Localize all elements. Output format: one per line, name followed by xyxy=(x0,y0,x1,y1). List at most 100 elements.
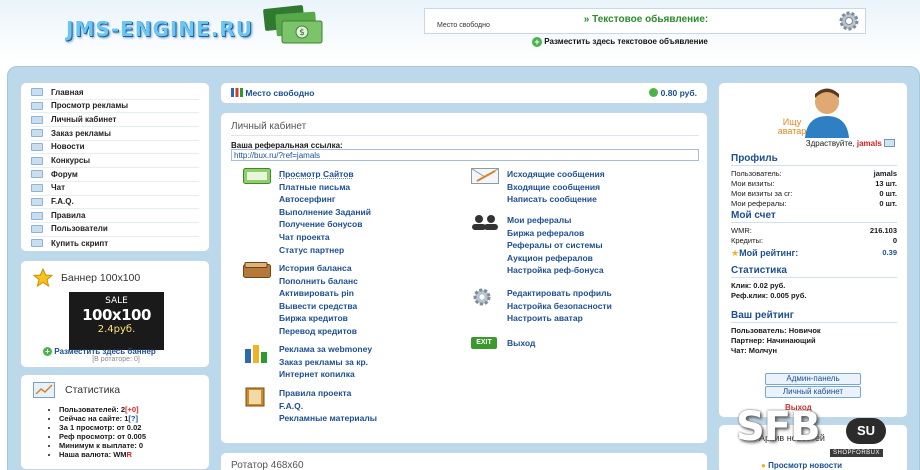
svg-text:$: $ xyxy=(299,28,305,38)
link-credit-exchange[interactable]: Биржа кредитов xyxy=(279,312,358,325)
folder-icon xyxy=(31,170,43,179)
link-incoming-messages[interactable]: Входящие сообщения xyxy=(507,181,605,194)
folder-icon xyxy=(31,88,43,97)
link-activate-pin[interactable]: Активировать pin xyxy=(279,287,358,300)
menu-item-label: Новости xyxy=(51,142,85,152)
profile-panel: Ищу аватар Здраствуйте, jamals Профиль П… xyxy=(718,82,908,418)
link-balance-history[interactable]: История баланса xyxy=(279,262,358,275)
site-logo[interactable]: JMS-ENGINE.RU xyxy=(66,17,253,41)
mail-icon[interactable] xyxy=(884,139,895,147)
cabinet-panel: Личный кабинет Ваша реферальная ссылка: … xyxy=(220,112,708,444)
link-system-referrals[interactable]: Рефералы от системы xyxy=(507,239,604,252)
link-edit-profile[interactable]: Редактировать профиль xyxy=(507,287,612,300)
add-circle-icon: + xyxy=(43,347,52,356)
stats-min-payout: Минимум к выплате: 0 xyxy=(59,441,146,450)
link-faq[interactable]: F.A.Q. xyxy=(279,400,377,413)
menu-item-buy-script[interactable]: Купить скрипт xyxy=(31,237,199,251)
link-outgoing-messages[interactable]: Исходящие сообщения xyxy=(507,168,605,181)
menu-item-label: Купить скрипт xyxy=(51,238,109,248)
add-circle-icon: + xyxy=(532,37,542,47)
link-project-chat[interactable]: Чат проекта xyxy=(279,231,371,244)
add-circle-icon xyxy=(649,88,659,97)
profile-user-row: Пользователь: jamals xyxy=(731,169,897,178)
referral-link-field[interactable] xyxy=(231,149,699,161)
link-security-settings[interactable]: Настройка безопасности xyxy=(507,300,612,313)
link-referral-exchange[interactable]: Биржа рефералов xyxy=(507,227,604,240)
menu-item-label: Заказ рекламы xyxy=(51,128,111,138)
folder-icon xyxy=(31,115,43,124)
watermark-sub: SHOPFORBUX xyxy=(830,449,884,457)
menu-item-users[interactable]: Пользователи xyxy=(31,223,199,237)
folder-icon xyxy=(31,129,43,138)
link-avatar-settings[interactable]: Настроить аватар xyxy=(507,312,612,325)
free-place-link[interactable]: Место свободно xyxy=(231,88,315,98)
account-rating-row: ★Мой рейтинг: 0.39 xyxy=(731,248,897,258)
link-tasks[interactable]: Выполнение Заданий xyxy=(279,206,371,219)
link-paid-letters[interactable]: Платные письма xyxy=(279,181,371,194)
link-view-sites[interactable]: Просмотр Сайтов xyxy=(279,168,371,181)
link-partner-status[interactable]: Статус партнер xyxy=(279,244,371,257)
rotator-panel: Ротатор 468x60 xyxy=(220,452,708,470)
menu-item-cabinet[interactable]: Личный кабинет xyxy=(31,113,199,128)
admin-panel-button[interactable]: Админ-панель xyxy=(765,373,861,385)
bar-chart-icon xyxy=(245,345,267,363)
menu-item-news[interactable]: Новости xyxy=(31,141,199,155)
gear-icon[interactable] xyxy=(837,9,861,33)
divider xyxy=(731,277,897,278)
profile-refs-row: Мои рефералы: 0 шт. xyxy=(731,199,897,208)
star-icon xyxy=(33,268,53,288)
link-credit-ads[interactable]: Заказ рекламы за кр. xyxy=(279,356,372,369)
menu-item-forum[interactable]: Форум xyxy=(31,168,199,182)
rating-label: ★Мой рейтинг: xyxy=(731,248,799,258)
link-withdraw[interactable]: Вывести средства xyxy=(279,300,358,313)
menu-item-view-ads[interactable]: Просмотр рекламы xyxy=(31,100,199,114)
link-project-rules[interactable]: Правила проекта xyxy=(279,387,377,400)
link-referral-bonus[interactable]: Настройка реф-бонуса xyxy=(507,264,604,277)
menu-item-home[interactable]: Главная xyxy=(31,86,199,100)
link-top-up[interactable]: Пополнить баланс xyxy=(279,275,358,288)
book-icon xyxy=(245,387,265,407)
watermark-su: SU xyxy=(846,418,886,444)
wallet-icon xyxy=(243,262,271,278)
link-my-referrals[interactable]: Мои рефералы xyxy=(507,214,604,227)
text-ad-box[interactable]: Место свободно » Текстовое обьявление: xyxy=(424,8,866,34)
free-price-label: 0.80 руб. xyxy=(660,88,697,98)
chart-icon xyxy=(33,382,55,398)
menu-item-faq[interactable]: F.A.Q. xyxy=(31,196,199,210)
banner-size-text: 100x100 xyxy=(82,306,151,324)
avatar-placeholder-text: Ищу аватар xyxy=(777,117,807,136)
stats-users: Пользователей: 2[+0] xyxy=(59,405,146,414)
profile-section-title: Профиль xyxy=(731,153,778,164)
link-webmoney-ads[interactable]: Реклама за webmoney xyxy=(279,343,372,356)
main-menu: Главная Просмотр рекламы Личный кабинет … xyxy=(20,82,210,252)
folder-icon xyxy=(31,143,43,152)
place-banner-link[interactable]: + Разместить здесь баннер xyxy=(43,347,156,356)
link-exit[interactable]: Выход xyxy=(507,337,535,350)
menu-item-contests[interactable]: Конкурсы xyxy=(31,154,199,169)
link-referral-auction[interactable]: Аукцион рефералов xyxy=(507,252,604,265)
stats-title: Статистика xyxy=(33,382,120,398)
banner-image[interactable]: SALE 100x100 2.4руб. xyxy=(69,292,164,350)
link-write-message[interactable]: Написать сообщение xyxy=(507,193,605,206)
stats-section-title: Статистика xyxy=(731,265,787,276)
rotator-title: Ротатор 468x60 xyxy=(231,460,304,470)
free-place-bar[interactable]: Место свободно 0.80 руб. xyxy=(220,82,708,104)
exit-icon: EXIT xyxy=(471,337,497,349)
account-section-title: Мой счет xyxy=(731,210,776,221)
stats-currency: Наша валюта: WMR xyxy=(59,450,146,459)
menu-item-label: Главная xyxy=(51,87,84,97)
folder-icon xyxy=(31,102,43,111)
stats-view-price: За 1 просмотр: от 0.02 xyxy=(59,423,146,432)
link-piggy-bank[interactable]: Интернет копилка xyxy=(279,368,372,381)
link-bonuses[interactable]: Получение бонусов xyxy=(279,218,371,231)
place-text-ad-link[interactable]: + Разместить здесь текстовое объявление xyxy=(532,37,708,47)
menu-item-order-ads[interactable]: Заказ рекламы xyxy=(31,127,199,141)
cabinet-button[interactable]: Личный кабинет xyxy=(765,386,861,398)
menu-item-rules[interactable]: Правила xyxy=(31,209,199,223)
link-autosurf[interactable]: Автосерфинг xyxy=(279,193,371,206)
menu-item-label: Пользователи xyxy=(51,224,108,234)
link-promo-materials[interactable]: Рекламные материалы xyxy=(279,412,377,425)
link-credit-transfer[interactable]: Перевод кредитов xyxy=(279,325,358,338)
greeting-username[interactable]: jamals xyxy=(857,139,882,148)
menu-item-chat[interactable]: Чат xyxy=(31,182,199,196)
